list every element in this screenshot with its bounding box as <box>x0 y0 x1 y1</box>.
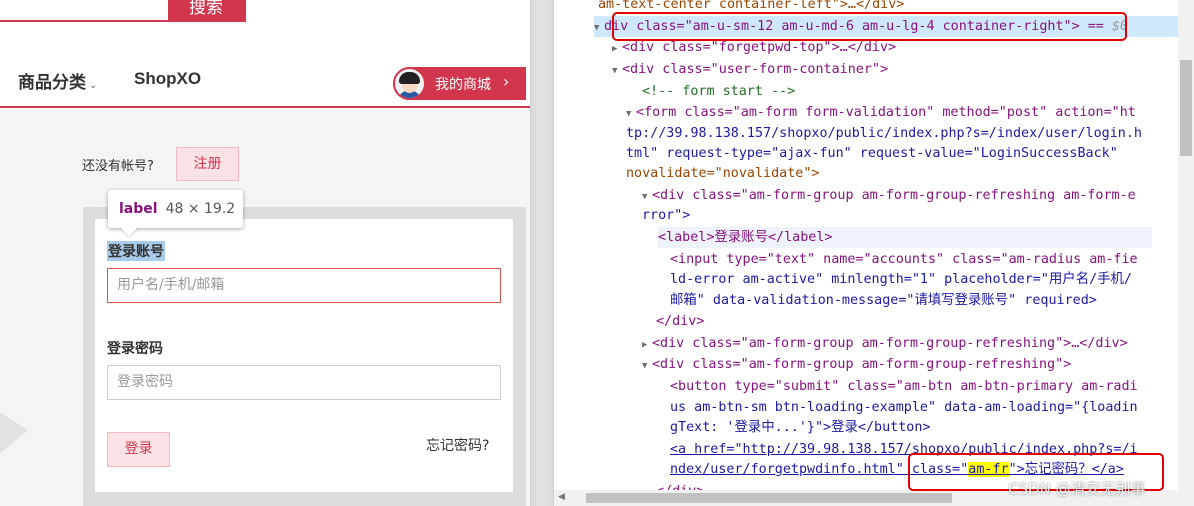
devtools-horizontal-scroll-thumb[interactable] <box>586 493 952 503</box>
scroll-left-arrow-icon[interactable]: ◀ <box>558 492 565 502</box>
dom-line-text: <div class="am-form-group am-form-group-… <box>652 188 1136 203</box>
avatar <box>393 67 426 100</box>
password-label: 登录密码 <box>107 341 163 357</box>
dom-line-text: novalidate="novalidate"> <box>626 166 820 181</box>
collapsed-triangle-icon: ▶ <box>612 44 618 54</box>
dom-line-text: <form class="am-form form-validation" me… <box>636 105 1136 120</box>
dom-line[interactable]: ▼ <div class="am-form-group am-form-group… <box>642 185 1194 206</box>
inspect-tooltip: label 48 × 19.2 <box>108 190 243 228</box>
dom-line-hovered[interactable]: <label>登录账号</label> <box>658 227 1152 248</box>
devtools-vertical-scroll-thumb[interactable] <box>1180 60 1192 156</box>
expanded-triangle-icon: ▼ <box>626 109 632 119</box>
account-label: 登录账号 <box>107 241 165 261</box>
collapsed-triangle-icon: ▶ <box>642 340 648 350</box>
web-page-viewport: ı 搜索 商品分类⌄ ShopXO 我的商城 › 还没有帐号? 注册 登录账号 … <box>0 0 530 506</box>
top-nav: 商品分类 ⌄ ShopXO 我的商城 › <box>0 52 530 108</box>
dom-line[interactable]: <!-- form start --> <box>642 81 1194 102</box>
chevron-down-icon: ⌄ <box>89 80 98 91</box>
dom-line-text: 邮箱" data-validation-message="请填写登录账号" re… <box>670 293 1097 308</box>
dom-line-text: us am-btn-sm btn-loading-example" data-a… <box>670 400 1138 415</box>
dom-line-text: gText: '登录中...'}">登录</button> <box>670 420 931 435</box>
decorative-shape <box>0 400 28 470</box>
my-mall-label: 我的商城 <box>435 77 491 93</box>
dom-line-text: <div class="am-form-group am-form-group-… <box>652 357 1072 372</box>
dom-line[interactable]: ▼ <form class="am-form form-validation" m… <box>626 102 1194 123</box>
forgot-password-link[interactable]: 忘记密码? <box>426 435 489 455</box>
dom-line[interactable]: ▼ <div class="am-form-group am-form-group… <box>642 354 1194 375</box>
dom-line-text: <div class="forgetpwd-top">…</div> <box>622 40 897 55</box>
password-input[interactable]: 登录密码 <box>107 365 501 400</box>
dom-line[interactable]: ld-error am-active" minlength="1" placeh… <box>670 269 1194 290</box>
page-scrollbar[interactable] <box>536 0 548 506</box>
dom-line[interactable]: tp://39.98.138.157/shopxo/public/index.p… <box>626 123 1194 144</box>
dom-line-text: <input type="text" name="accounts" class… <box>670 252 1138 267</box>
watermark: CSDN @清安无别事 <box>1008 480 1146 498</box>
nav-category-menu[interactable]: 商品分类 ⌄ <box>18 68 97 93</box>
dom-line[interactable]: ▶ <div class="am-form-group am-form-group… <box>642 333 1194 354</box>
dom-line[interactable]: rror"> <box>642 205 1194 226</box>
expanded-triangle-icon: ▼ <box>594 23 600 33</box>
dom-line-text: ld-error am-active" minlength="1" placeh… <box>670 272 1132 287</box>
search-input-caret: ı <box>4 0 7 2</box>
dom-line[interactable]: </div> <box>656 311 1194 332</box>
dom-line[interactable]: <button type="submit" class="am-btn am-b… <box>670 376 1194 397</box>
dom-line-text: tml" request-type="ajax-fun" request-val… <box>626 146 1118 161</box>
tooltip-dimensions: 48 × 19.2 <box>165 201 236 217</box>
tooltip-arrow <box>120 227 138 237</box>
dom-line[interactable]: tml" request-type="ajax-fun" request-val… <box>626 143 1194 164</box>
expanded-triangle-icon: ▼ <box>612 66 618 76</box>
dom-line-text: <button type="submit" class="am-btn am-b… <box>670 379 1138 394</box>
my-mall-button[interactable]: 我的商城 › <box>393 67 526 100</box>
nav-category-label: 商品分类 <box>18 73 86 93</box>
dom-line-text: rror"> <box>642 208 691 223</box>
dom-line-text: </div> <box>656 314 705 329</box>
dom-line[interactable]: ▼ <div class="user-form-container"> <box>612 59 1194 80</box>
dom-line[interactable]: gText: '登录中...'}">登录</button> <box>670 417 1194 438</box>
annotation-box-selected-element <box>612 12 1127 41</box>
tooltip-tag: label <box>119 201 158 217</box>
login-button[interactable]: 登录 <box>107 432 170 467</box>
chevron-right-icon: › <box>503 72 510 91</box>
dom-line[interactable]: novalidate="novalidate"> <box>626 163 1194 184</box>
dom-line[interactable]: 邮箱" data-validation-message="请填写登录账号" re… <box>670 290 1194 311</box>
register-button[interactable]: 注册 <box>176 147 239 181</box>
expanded-triangle-icon: ▼ <box>642 361 648 371</box>
devtools-elements-panel: am-text-center container-left">…</div> ▼… <box>554 0 1194 506</box>
dom-comment: <!-- form start --> <box>642 84 796 99</box>
dom-line[interactable]: <input type="text" name="accounts" class… <box>670 249 1194 270</box>
dom-line[interactable]: us am-btn-sm btn-loading-example" data-a… <box>670 397 1194 418</box>
no-account-text: 还没有帐号? <box>82 159 154 174</box>
dom-line-text: <label>登录账号</label> <box>658 230 833 245</box>
dom-line-text: tp://39.98.138.157/shopxo/public/index.p… <box>626 126 1142 141</box>
search-button[interactable]: 搜索 <box>168 0 244 20</box>
nav-shopxo-link[interactable]: ShopXO <box>134 69 201 89</box>
dom-line-text: <div class="user-form-container"> <box>622 62 889 77</box>
account-input[interactable]: 用户名/手机/邮箱 <box>107 268 501 303</box>
dom-line-text: <div class="am-form-group am-form-group-… <box>652 336 1128 351</box>
dom-line-text: am-text-center container-left">…</div> <box>598 0 905 12</box>
